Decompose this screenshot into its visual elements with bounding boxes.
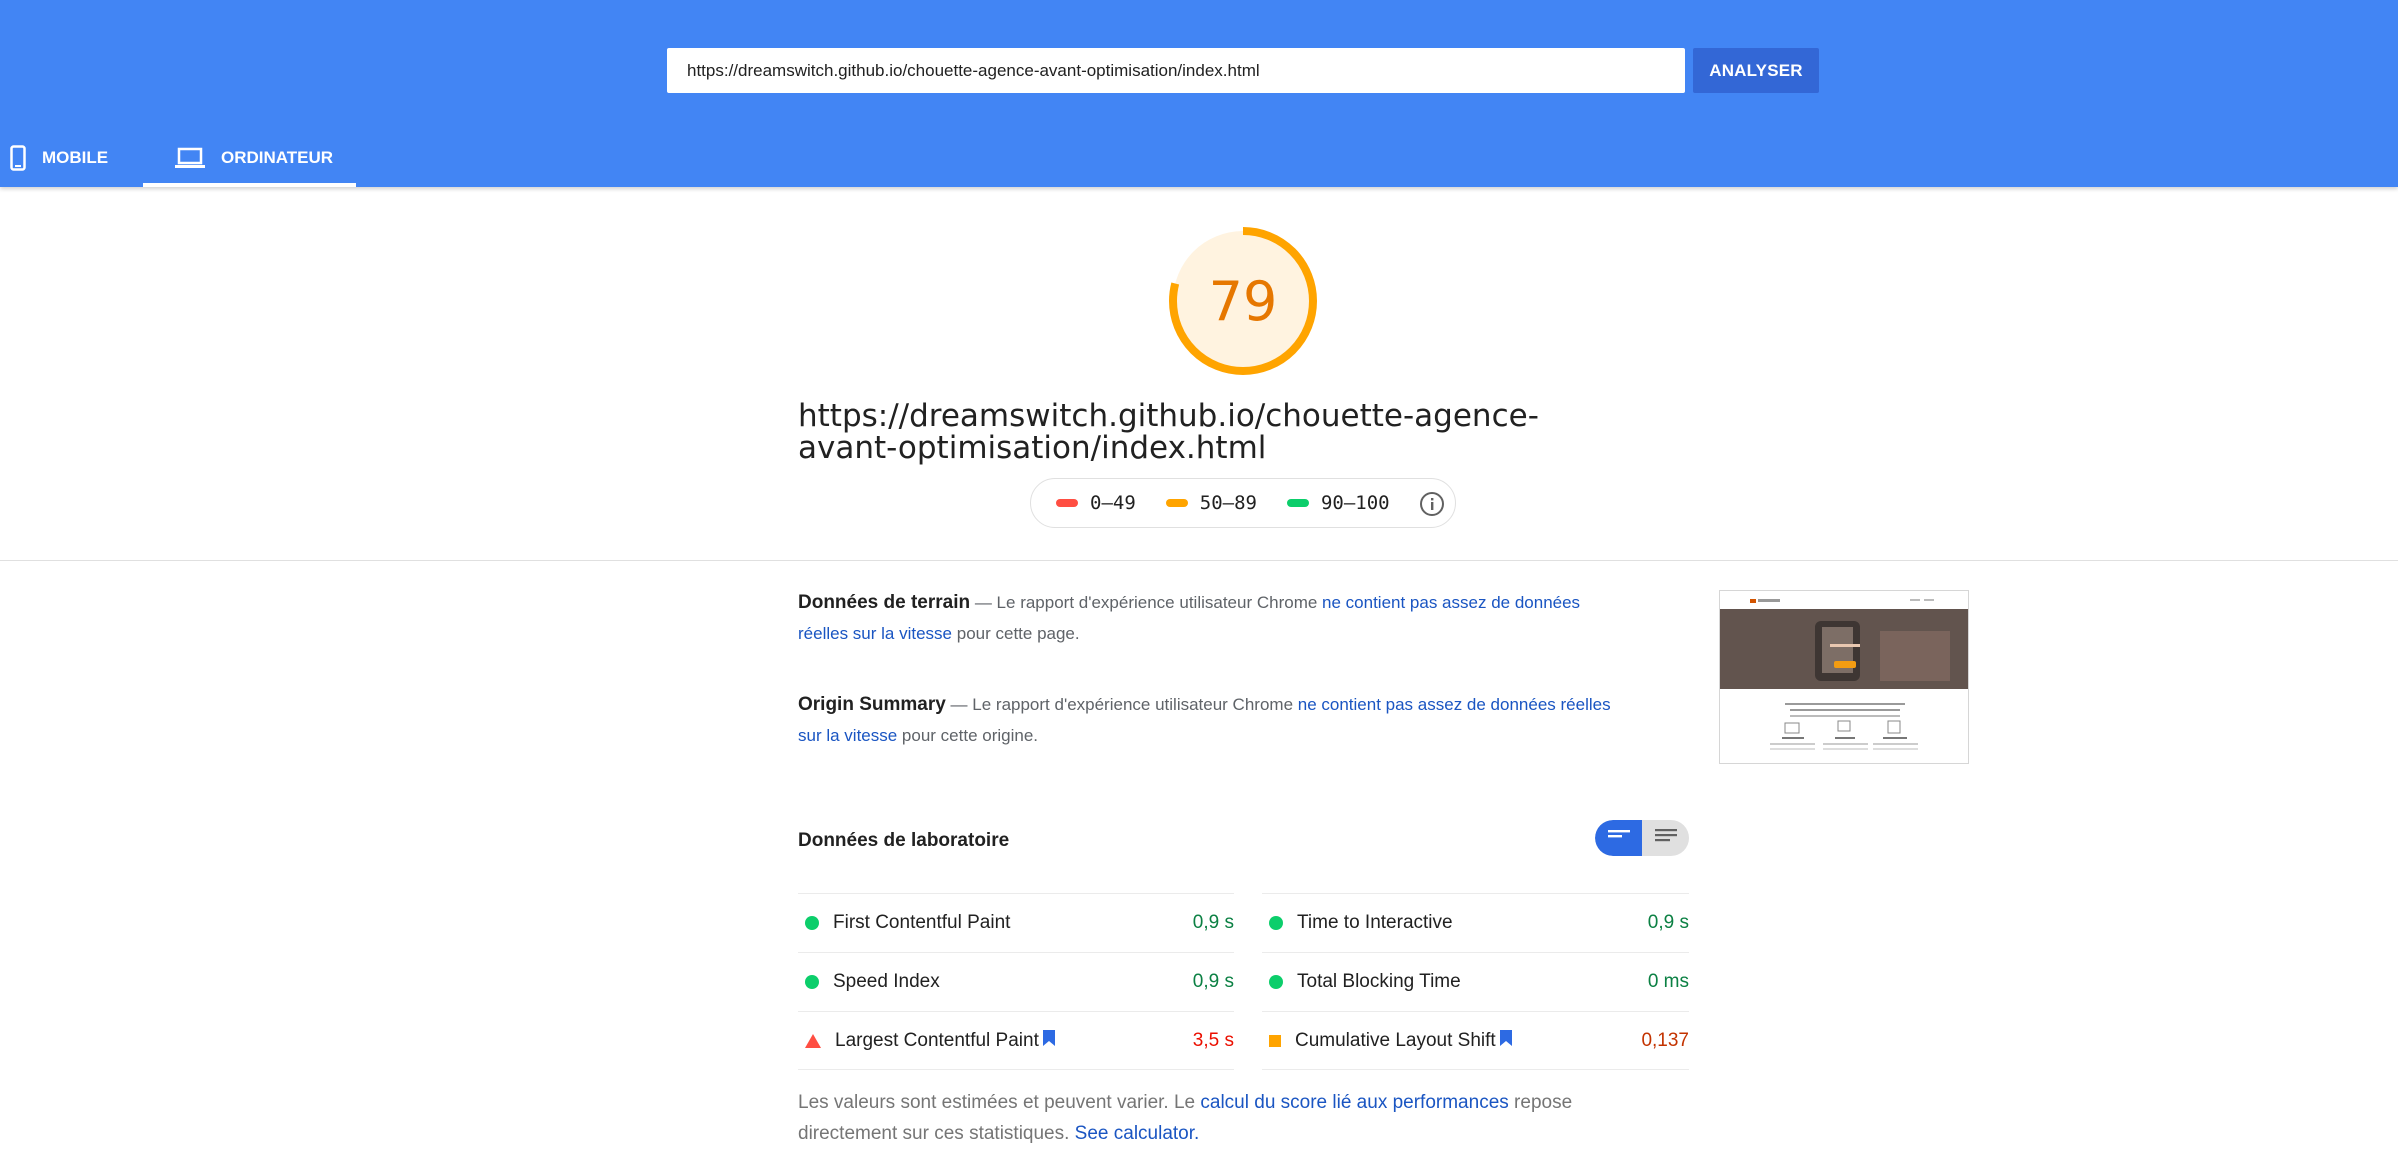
metric-largest-contentful-paint: Largest Contentful Paint 3,5 s	[798, 1011, 1234, 1070]
metric-cumulative-layout-shift: Cumulative Layout Shift 0,137	[1262, 1011, 1689, 1070]
fail-indicator-icon	[805, 1033, 821, 1048]
lab-data-title: Données de laboratoire	[798, 830, 1010, 851]
metric-value: 0,9 s	[1192, 912, 1234, 933]
pass-indicator-icon	[805, 975, 819, 989]
compact-view-button[interactable]	[1595, 820, 1642, 856]
legend-item-fail: 0–49	[1056, 492, 1136, 514]
metric-total-blocking-time: Total Blocking Time 0 ms	[1262, 952, 1689, 1011]
origin-summary-section: Origin Summary — Le rapport d'expérience…	[798, 689, 1618, 751]
laptop-icon	[175, 147, 205, 169]
average-indicator-icon	[1269, 1034, 1281, 1047]
origin-summary-prefix: — Le rapport d'expérience utilisateur Ch…	[945, 695, 1298, 714]
score-calculation-link[interactable]: calcul du score lié aux performances	[1200, 1092, 1508, 1113]
top-bar: ANALYSER MOBILE ORDINATEUR	[0, 0, 2398, 187]
metric-label: Total Blocking Time	[1297, 971, 1461, 992]
active-tab-indicator	[143, 183, 356, 187]
expanded-view-button[interactable]	[1642, 820, 1689, 856]
view-toggle[interactable]	[1595, 820, 1689, 856]
short-lines-icon	[1607, 829, 1630, 847]
pass-indicator-icon	[1269, 975, 1283, 989]
metrics-column-right: Time to Interactive 0,9 s Total Blocking…	[1262, 893, 1689, 1070]
field-data-section: Données de terrain — Le rapport d'expéri…	[798, 587, 1618, 649]
tab-desktop[interactable]: ORDINATEUR	[143, 128, 356, 187]
footnote-prefix: Les valeurs sont estimées et peuvent var…	[798, 1092, 1201, 1113]
tab-desktop-label: ORDINATEUR	[221, 147, 334, 167]
long-lines-icon	[1654, 828, 1677, 848]
field-data-title: Données de terrain	[798, 592, 971, 613]
metric-value: 0,9 s	[1192, 971, 1234, 992]
metric-label: Speed Index	[833, 971, 940, 992]
origin-summary-title: Origin Summary	[798, 694, 946, 715]
metric-value: 0 ms	[1647, 971, 1689, 992]
legend-label: 90–100	[1320, 492, 1390, 514]
tab-mobile[interactable]: MOBILE	[10, 128, 140, 187]
legend-swatch	[1286, 499, 1309, 507]
phone-icon	[10, 144, 26, 171]
analyzed-page-url: https://dreamswitch.github.io/chouette-a…	[798, 398, 1539, 466]
metric-value: 3,5 s	[1192, 1029, 1234, 1051]
pass-indicator-icon	[1269, 916, 1283, 930]
analyze-button[interactable]: ANALYSER	[1693, 48, 1819, 93]
legend-item-average: 50–89	[1165, 492, 1257, 514]
metric-value: 0,137	[1641, 1029, 1689, 1051]
pass-indicator-icon	[805, 916, 819, 930]
bookmark-icon[interactable]	[1499, 1029, 1512, 1052]
field-data-suffix: pour cette page.	[952, 624, 1080, 643]
metric-first-contentful-paint: First Contentful Paint 0,9 s	[798, 893, 1234, 952]
legend-item-pass: 90–100	[1286, 492, 1390, 514]
legend-swatch	[1165, 499, 1188, 507]
tab-mobile-label: MOBILE	[42, 147, 109, 167]
performance-score-value: 79	[1208, 269, 1278, 333]
lab-data-footnote: Les valeurs sont estimées et peuvent var…	[798, 1087, 1668, 1149]
metrics-column-left: First Contentful Paint 0,9 s Speed Index…	[798, 893, 1234, 1070]
metric-label: Largest Contentful Paint	[835, 1029, 1039, 1051]
bookmark-icon[interactable]	[1042, 1029, 1055, 1052]
section-divider	[0, 560, 2398, 561]
metric-time-to-interactive: Time to Interactive 0,9 s	[1262, 893, 1689, 952]
legend-label: 50–89	[1199, 492, 1257, 514]
legend-label: 0–49	[1090, 492, 1136, 514]
metric-value: 0,9 s	[1647, 912, 1689, 933]
origin-summary-suffix: pour cette origine.	[897, 726, 1039, 745]
metric-label: Time to Interactive	[1297, 912, 1453, 933]
page-screenshot-thumbnail	[1719, 590, 1969, 764]
metric-label: Cumulative Layout Shift	[1295, 1029, 1496, 1051]
url-input[interactable]	[667, 48, 1685, 93]
legend-swatch	[1056, 499, 1078, 507]
see-calculator-link[interactable]: See calculator.	[1075, 1123, 1200, 1144]
field-data-prefix: — Le rapport d'expérience utilisateur Ch…	[970, 593, 1323, 612]
metric-label: First Contentful Paint	[833, 912, 1011, 933]
metric-speed-index: Speed Index 0,9 s	[798, 952, 1234, 1011]
score-legend: 0–49 50–89 90–100	[1030, 478, 1456, 528]
info-icon[interactable]	[1419, 491, 1445, 522]
